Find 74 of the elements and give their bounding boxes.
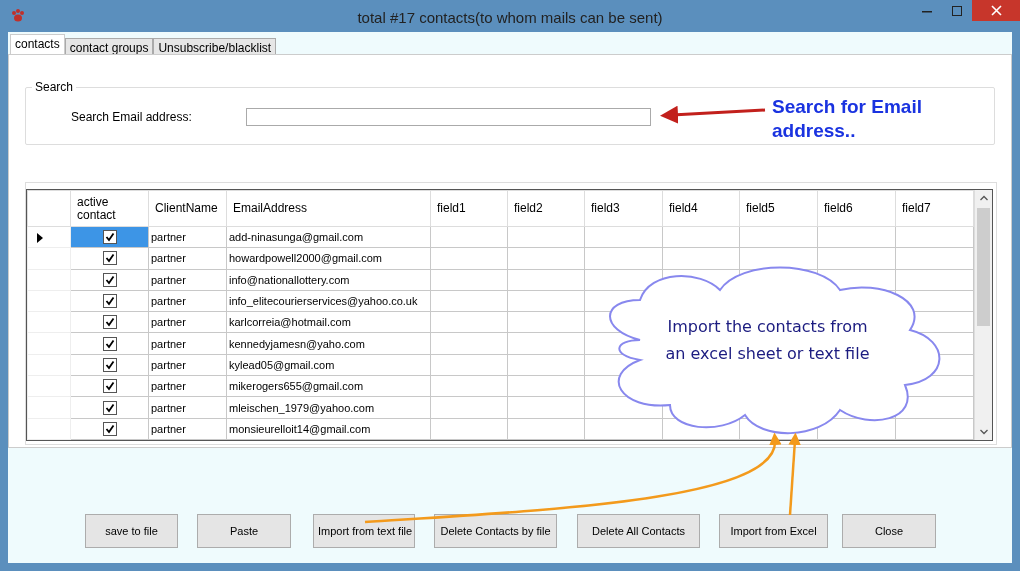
action-button[interactable]: Delete Contacts by file [434,514,557,548]
action-button[interactable]: Import from Excel [719,514,828,548]
table-cell: add-ninasunga@gmail.com [226,226,431,248]
column-header[interactable]: ClientName [148,190,227,227]
checkbox[interactable] [102,400,117,415]
table-cell: partner [148,333,227,355]
column-header[interactable]: field3 [584,190,663,227]
action-button[interactable]: Paste [197,514,291,548]
checkbox[interactable] [102,251,117,266]
table-cell[interactable] [70,396,149,419]
table-cell: partner [148,375,227,397]
maximize-icon [952,5,962,16]
callout-text: Search for Email address.. [772,95,923,143]
checkbox[interactable] [102,336,117,351]
checkbox[interactable] [102,294,117,309]
checkbox[interactable] [102,421,117,436]
table-cell[interactable] [70,333,149,355]
column-header[interactable]: active contact [70,190,149,227]
column-header[interactable]: field7 [895,190,974,227]
column-header[interactable]: field2 [507,190,585,227]
current-row-icon [36,233,44,244]
column-header[interactable]: field4 [662,190,740,227]
column-header[interactable]: field6 [817,190,896,227]
table-cell: partner [148,418,227,440]
table-cell: partner [148,354,227,376]
table-cell[interactable] [70,418,149,440]
table-cell: howardpowell2000@gmail.com [226,247,431,270]
close-button[interactable] [972,0,1020,21]
table-cell[interactable] [70,269,149,291]
row-header[interactable] [27,226,71,248]
tab[interactable]: Unsubscribe/blacklist [153,38,277,54]
action-button[interactable]: save to file [85,514,178,548]
callout-text: Import the contacts from an excel sheet or text file [664,316,871,365]
column-header[interactable]: field1 [430,190,508,227]
table-cell: kylead05@gmail.com [226,354,431,376]
close-icon [990,5,1002,16]
column-header[interactable]: field5 [739,190,818,227]
checkbox[interactable] [102,230,117,245]
checkbox[interactable] [102,315,117,330]
tab[interactable]: contact groups [64,38,154,54]
table-cell: partner [148,396,227,419]
table-cell: info@nationallottery.com [226,269,431,291]
column-header[interactable]: EmailAddress [226,190,431,227]
table-cell[interactable] [70,311,149,333]
table-cell: partner [148,311,227,333]
scrollbar[interactable] [974,190,992,440]
checkbox[interactable] [102,379,117,394]
table-cell: partner [148,247,227,270]
table-cell: mleischen_1979@yahoo.com [226,396,431,419]
checkbox[interactable] [102,272,117,287]
table-cell: partner [148,226,227,248]
scroll-down-icon[interactable] [980,429,988,435]
table-cell: mikerogers655@gmail.com [226,375,431,397]
tab[interactable]: contacts [10,34,65,54]
action-button[interactable]: Import from text file [313,514,415,548]
action-button[interactable]: Close [842,514,936,548]
field-label: Search Email address: [71,110,193,124]
table-cell: partner [148,290,227,312]
checkbox[interactable] [102,357,117,372]
action-button[interactable]: Delete All Contacts [577,514,700,548]
window-title: total #17 contacts(to whom mails can be sent) [357,7,663,26]
table-cell: partner [148,269,227,291]
table-cell: monsieurelloit14@gmail.com [226,418,431,440]
paw-icon [10,8,26,24]
table-cell[interactable] [70,247,149,270]
table-cell[interactable] [70,375,149,397]
scroll-up-icon[interactable] [980,195,988,201]
table-cell[interactable] [70,290,149,312]
table-cell: kennedyjamesn@yaho.com [226,333,431,355]
group-title: Search [32,80,77,94]
search-field[interactable] [246,108,651,126]
table-cell: info_elitecourierservices@yahoo.co.uk [226,290,431,312]
table-cell[interactable] [70,354,149,376]
table-cell: karlcorreia@hotmail.com [226,311,431,333]
